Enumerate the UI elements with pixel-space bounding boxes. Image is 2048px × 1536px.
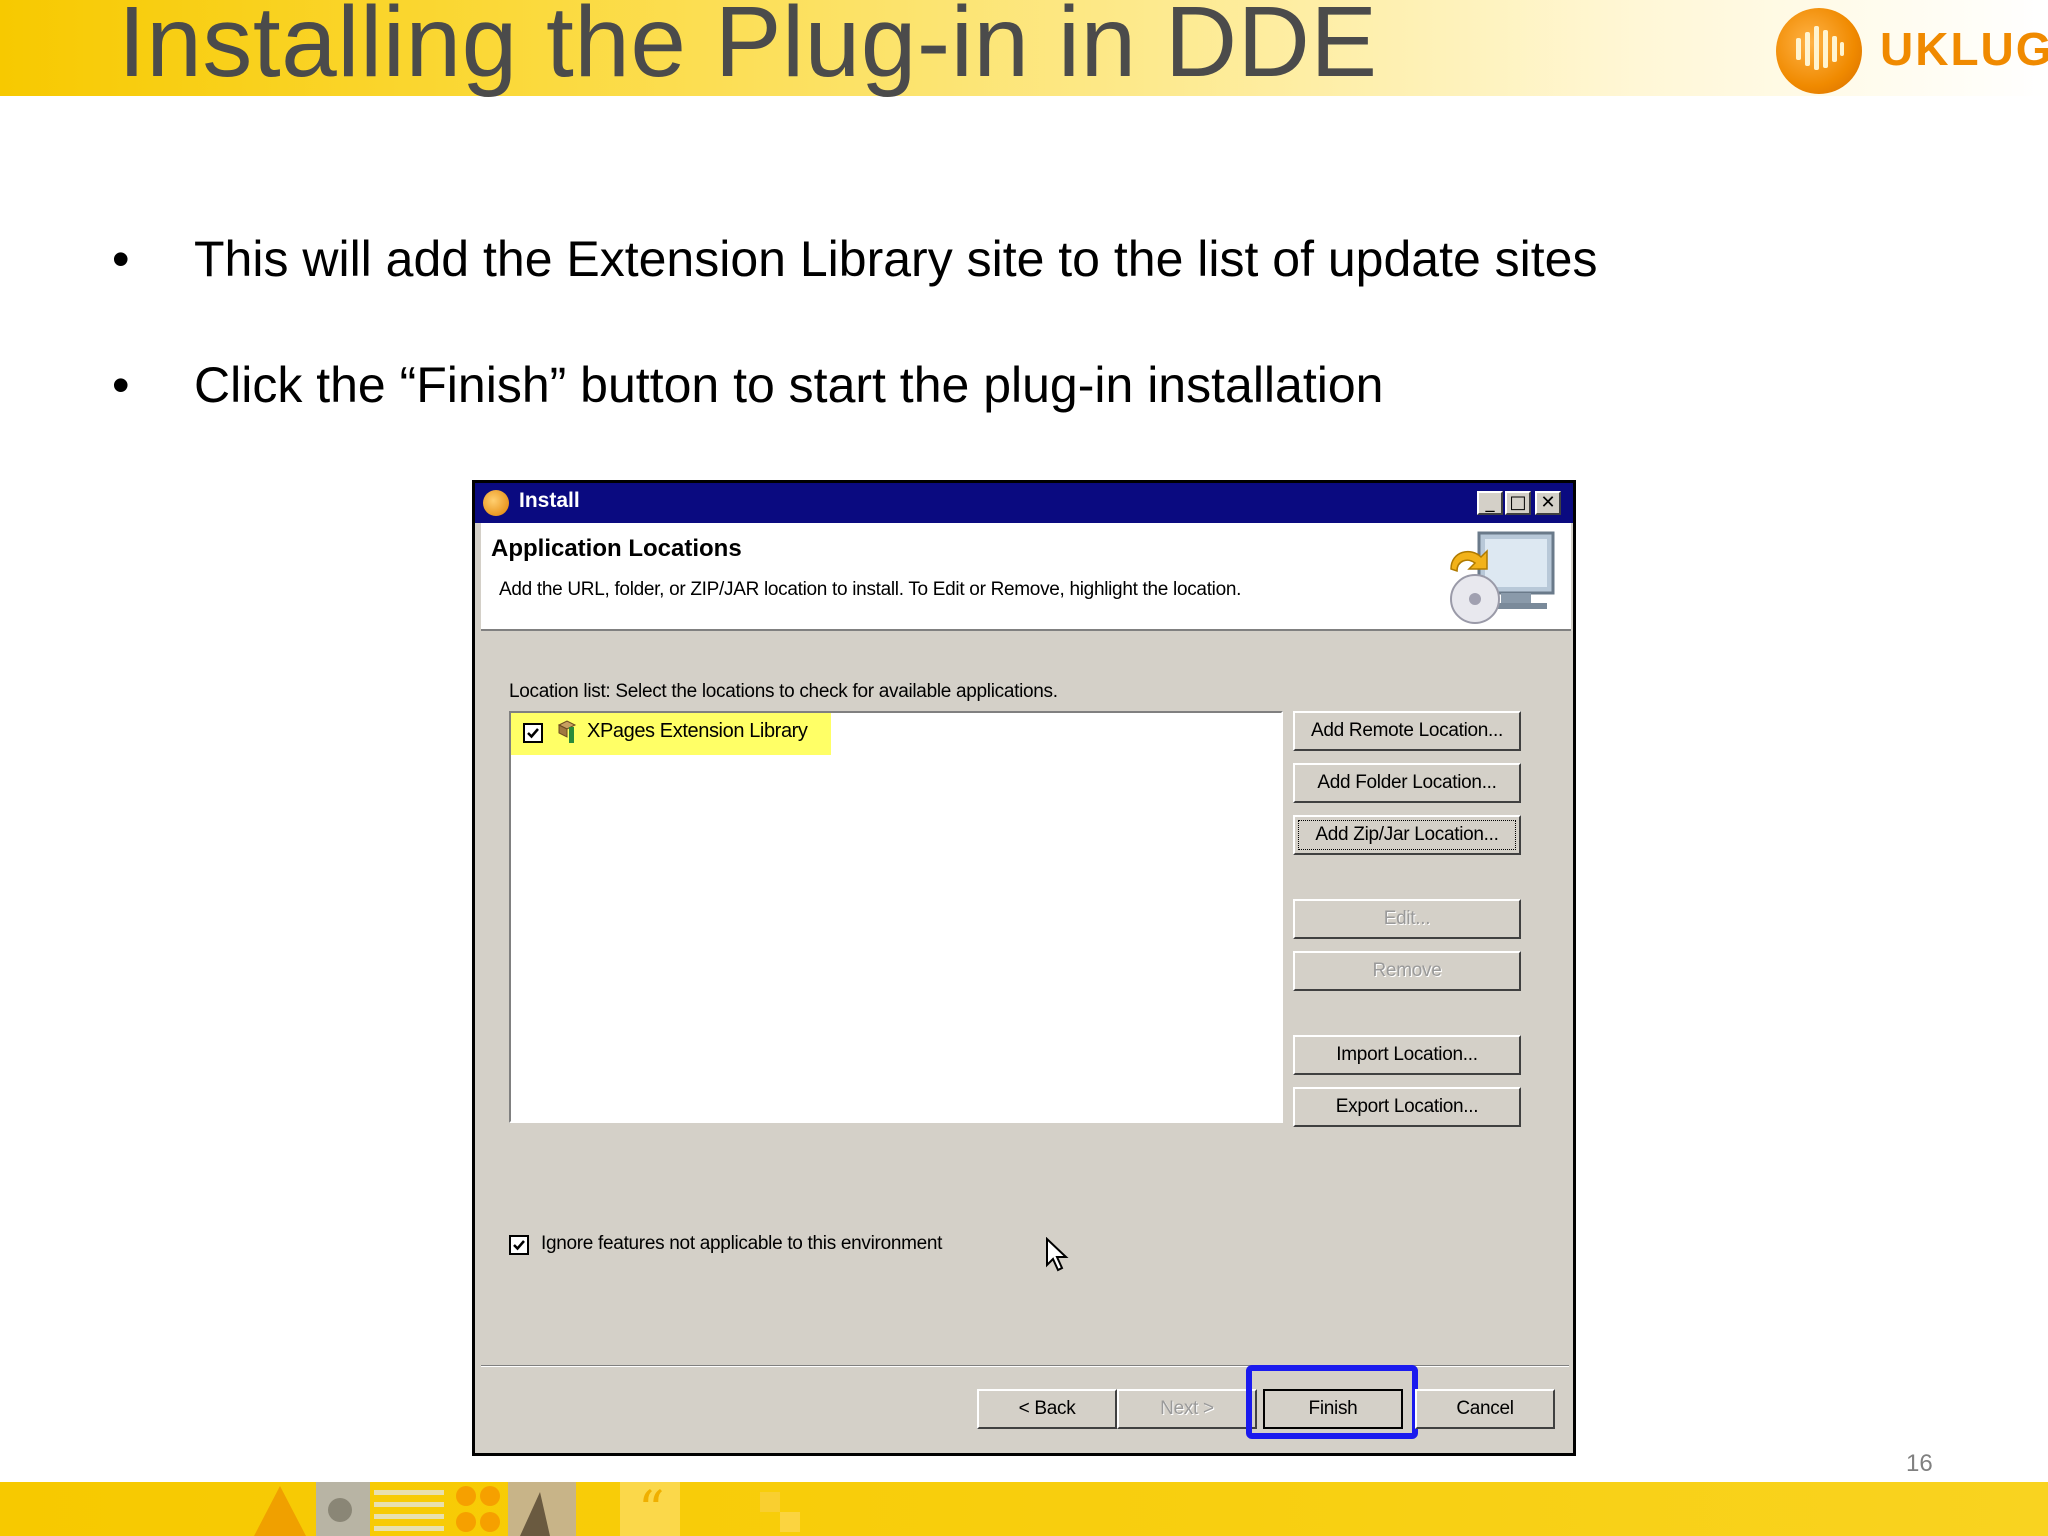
minimize-button[interactable]: _: [1477, 491, 1503, 515]
bullet-text: This will add the Extension Library site…: [194, 231, 1598, 287]
mouse-cursor-icon: [1045, 1236, 1071, 1278]
location-checkbox[interactable]: [523, 723, 543, 743]
update-site-icon: [557, 719, 577, 745]
remove-button[interactable]: Remove: [1293, 951, 1521, 991]
finish-button-highlight: [1246, 1365, 1418, 1439]
location-list[interactable]: XPages Extension Library: [509, 711, 1283, 1272]
import-location-button[interactable]: Import Location...: [1293, 1035, 1521, 1075]
back-button[interactable]: < Back: [977, 1389, 1117, 1429]
footer-quote-art: “: [620, 1482, 800, 1536]
slide-title: Installing the Plug-in in DDE: [118, 0, 1378, 98]
wizard-banner: Application Locations Add the URL, folde…: [481, 523, 1571, 631]
location-list-label: Location list: Select the locations to c…: [509, 681, 1058, 702]
install-dialog: Install _ □ ✕ Application Locations Add …: [472, 480, 1576, 1456]
uklug-logo: UKLUG: [1776, 4, 2048, 94]
bullet-dot: •: [112, 357, 130, 413]
banner-title: Application Locations: [491, 535, 742, 562]
uklug-logo-text: UKLUG: [1880, 23, 2048, 75]
location-list-item[interactable]: XPages Extension Library: [511, 713, 831, 755]
svg-text:“: “: [638, 1482, 665, 1536]
banner-description: Add the URL, folder, or ZIP/JAR location…: [499, 579, 1242, 600]
app-icon: [483, 490, 509, 516]
cancel-button[interactable]: Cancel: [1415, 1389, 1555, 1429]
install-wizard-icon: [1441, 529, 1559, 629]
footer-decoration-art: [254, 1482, 576, 1536]
next-button[interactable]: Next >: [1117, 1389, 1257, 1429]
dialog-title-bar[interactable]: Install _ □ ✕: [475, 483, 1573, 523]
add-folder-location-button[interactable]: Add Folder Location...: [1293, 763, 1521, 803]
location-label: XPages Extension Library: [587, 720, 808, 742]
ignore-features-checkbox[interactable]: [509, 1235, 529, 1255]
export-location-button[interactable]: Export Location...: [1293, 1087, 1521, 1127]
dialog-title: Install: [519, 489, 580, 512]
edit-button[interactable]: Edit...: [1293, 899, 1521, 939]
bullet-text: Click the “Finish” button to start the p…: [194, 357, 1384, 413]
uklug-logo-icon: [1776, 8, 1862, 94]
ignore-features-label[interactable]: Ignore features not applicable to this e…: [541, 1233, 942, 1255]
footer-band: “: [0, 1482, 2048, 1536]
add-remote-location-button[interactable]: Add Remote Location...: [1293, 711, 1521, 751]
maximize-button[interactable]: □: [1505, 491, 1531, 515]
close-button[interactable]: ✕: [1535, 491, 1561, 515]
page-number: 16: [1906, 1450, 1933, 1477]
add-zip-jar-location-button[interactable]: Add Zip/Jar Location...: [1293, 815, 1521, 855]
bullet-dot: •: [112, 231, 130, 287]
